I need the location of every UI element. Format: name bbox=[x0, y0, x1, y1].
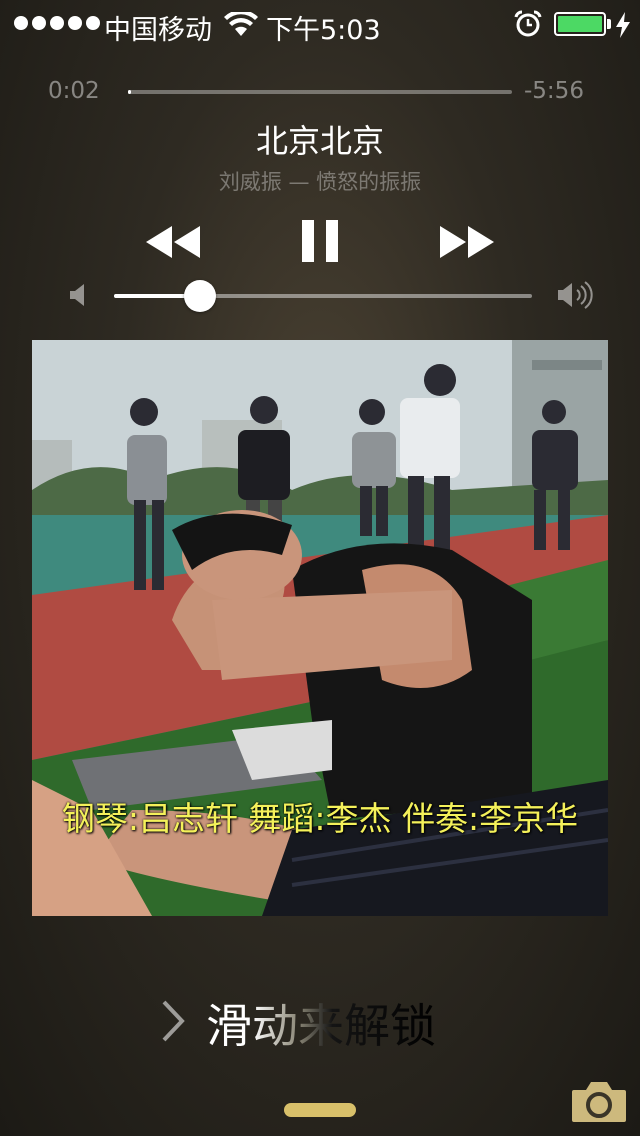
volume-high-icon bbox=[558, 281, 593, 309]
camera-icon[interactable] bbox=[570, 1078, 628, 1124]
volume-low-icon bbox=[70, 284, 84, 306]
alarm-icon bbox=[514, 10, 542, 37]
charging-bolt-icon bbox=[616, 12, 630, 38]
fast-forward-button[interactable] bbox=[436, 222, 496, 262]
battery-icon bbox=[554, 12, 606, 36]
carrier-name: 中国移动 bbox=[104, 15, 212, 46]
rewind-button[interactable] bbox=[144, 222, 204, 262]
control-center-grabber[interactable] bbox=[284, 1103, 356, 1117]
slide-to-unlock[interactable]: 滑动来解锁 bbox=[206, 990, 436, 1056]
album-artwork: 钢琴:吕志轩 舞蹈:李杰 伴奏:李京华 bbox=[32, 340, 608, 916]
volume-slider[interactable] bbox=[114, 294, 532, 298]
fast-forward-icon bbox=[440, 226, 494, 258]
volume-knob[interactable] bbox=[183, 280, 216, 312]
rewind-icon bbox=[146, 226, 200, 258]
wifi-icon bbox=[224, 12, 258, 36]
chevron-right-icon bbox=[162, 1000, 185, 1042]
progress-scrubber[interactable] bbox=[128, 90, 512, 94]
signal-strength-icon bbox=[14, 16, 100, 30]
status-bar: 中国移动 下午5:03 bbox=[0, 0, 640, 48]
remaining-time: -5:56 bbox=[524, 78, 584, 104]
pause-icon bbox=[302, 220, 338, 262]
album-caption: 钢琴:吕志轩 舞蹈:李杰 伴奏:李京华 bbox=[61, 799, 579, 838]
song-title: 北京北京 bbox=[255, 122, 384, 160]
status-time: 下午5:03 bbox=[266, 15, 381, 46]
elapsed-time: 0:02 bbox=[48, 78, 100, 104]
pause-button[interactable] bbox=[300, 218, 340, 264]
artist-album: 刘威振 — 愤怒的振振 bbox=[218, 170, 422, 194]
progress-fill bbox=[128, 90, 131, 94]
